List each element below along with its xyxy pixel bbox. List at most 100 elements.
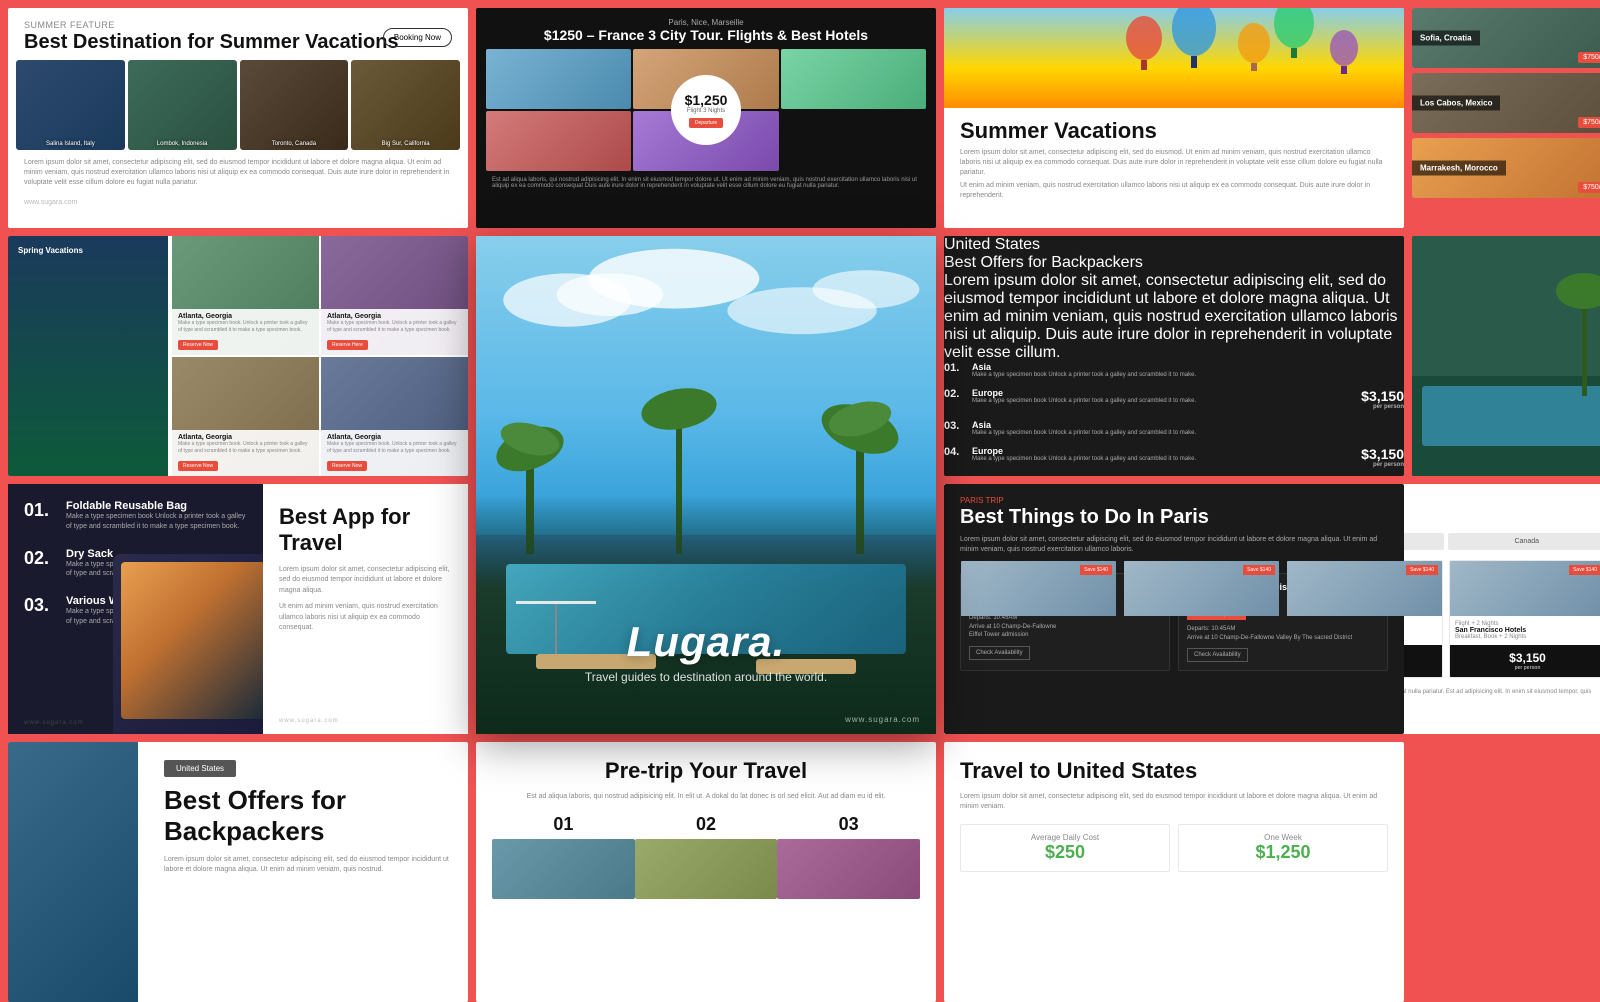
destination-image-4: Big Sur, California xyxy=(351,60,460,150)
city-overlay-2: Atlanta, Georgia Make a type specimen bo… xyxy=(321,309,468,355)
city-overlay-4: Atlanta, Georgia Make a type specimen bo… xyxy=(321,430,468,476)
ticket-departs-2: Departs: 10:45AM xyxy=(1187,625,1379,633)
card-gear-list: 01. Foldable Reusable Bag Make a type sp… xyxy=(8,484,263,734)
destination-label-3: Toronto, Canada xyxy=(240,141,349,147)
destination-label-1: Salina Island, Italy xyxy=(16,141,125,147)
france-footer: Est ad aliqua laboris, qui nostrud adipi… xyxy=(476,171,936,195)
destination-sofia[interactable]: Sofia, Croatia $750/pax xyxy=(1412,8,1600,68)
summer-vacations-text: Summer Vacations Lorem ipsum dolor sit a… xyxy=(944,108,1404,211)
backpackers-bottom-desc: Lorem ipsum dolor sit amet, consectetur … xyxy=(164,855,452,875)
travel-cost-boxes: Average Daily Cost $250 One Week $1,250 xyxy=(960,824,1388,872)
card-pretrip: Pre-trip Your Travel Est ad aliqua labor… xyxy=(476,742,936,1002)
price-per-2: per person xyxy=(1361,404,1404,410)
price-value-4: $3,150 xyxy=(1361,446,1404,462)
destination-image-2: Lombok, Indonesia xyxy=(128,60,237,150)
cost-box-2: One Week $1,250 xyxy=(1178,824,1388,872)
ticket-avail-btn-1[interactable]: Check Availability xyxy=(969,646,1030,660)
cost-value-1: $250 xyxy=(969,842,1161,863)
city-reserve-btn-3[interactable]: Reserve Now xyxy=(178,461,218,471)
city-card-4: Atlanta, Georgia Make a type specimen bo… xyxy=(321,357,468,476)
cost-value-2: $1,250 xyxy=(1187,842,1379,863)
ticket-arrives-1: Arrive at 10 Champ-De-Fallowne xyxy=(969,623,1161,631)
atlanta-cities-grid: Atlanta, Georgia Make a type specimen bo… xyxy=(172,236,468,476)
backpackers-bottom-title: Best Offers for Backpackers xyxy=(164,785,452,847)
city-desc-3: Make a type specimen book. Unlock a prin… xyxy=(178,441,313,454)
destination-image-3: Toronto, Canada xyxy=(240,60,349,150)
sofia-price: $750/pax xyxy=(1578,52,1600,63)
cost-box-1: Average Daily Cost $250 xyxy=(960,824,1170,872)
offer-content-2: Europe Make a type specimen book Unlock … xyxy=(972,388,1196,404)
city-reserve-btn-4[interactable]: Reserve Now xyxy=(327,461,367,471)
city-card-3: Atlanta, Georgia Make a type specimen bo… xyxy=(172,357,319,476)
loscabos-price: $750/pax xyxy=(1578,117,1600,128)
gear-name-1: Foldable Reusable Bag xyxy=(66,500,247,512)
app-url: www.sugara.com xyxy=(279,718,339,724)
card-backpackers-bottom: United States Best Offers for Backpacker… xyxy=(8,742,468,1002)
offer-sub-3: Make a type specimen book Unlock a print… xyxy=(972,430,1196,436)
offer-name-3: Asia xyxy=(972,420,1196,430)
destination-label-2: Lombok, Indonesia xyxy=(128,141,237,147)
gear-content-1: Foldable Reusable Bag Make a type specim… xyxy=(66,500,247,532)
france-photos: $1,250 Flight 3 Nights Departure xyxy=(476,49,936,171)
pkg-save-2: Save $140 xyxy=(1406,565,1438,575)
offer-name-1: Asia xyxy=(972,362,1196,372)
destination-marrakesh[interactable]: Marrakesh, Morocco $750/pax xyxy=(1412,138,1600,198)
city-reserve-btn-1[interactable]: Reserve Now xyxy=(178,340,218,350)
card-backpackers-dark: United States Best Offers for Backpacker… xyxy=(944,236,1404,476)
france-title: $1250 – France 3 City Tour. Flights & Be… xyxy=(492,27,920,43)
booking-now-button[interactable]: Booking Now xyxy=(383,28,452,47)
offer-name-4: Europe xyxy=(972,446,1196,456)
app-title: Best App for Travel xyxy=(279,504,452,557)
destination-images: Salina Island, Italy Lombok, Indonesia T… xyxy=(8,60,468,150)
tablet-screen xyxy=(121,562,263,719)
pkg-img-1: Save $140 xyxy=(1124,561,1279,616)
france-price: $1,250 xyxy=(685,92,728,108)
step-num-3: 03 xyxy=(777,814,920,835)
offer-content-1: Asia Make a type specimen book Unlock a … xyxy=(972,362,1196,378)
offer-content-3: Asia Make a type specimen book Unlock a … xyxy=(972,420,1196,436)
paris-main-title: Best Things to Do In Paris xyxy=(960,505,1388,529)
offer-sub-2: Make a type specimen book Unlock a print… xyxy=(972,398,1196,404)
ticket-included-1: Eiffel Tower admission xyxy=(969,631,1161,639)
offer-content-4: Europe Make a type specimen book Unlock … xyxy=(972,446,1196,462)
step-2: 02 xyxy=(635,814,778,899)
lugara-tagline: Travel guides to destination around the … xyxy=(585,670,827,684)
balloon-illustration xyxy=(944,8,1404,108)
pkg-img-3: Save $140 xyxy=(1450,561,1600,616)
loscabos-label: Los Cabos, Mexico xyxy=(1412,96,1500,111)
pkg-hotel-3: San Francisco Hotels xyxy=(1455,627,1600,634)
france-price-circle: $1,250 Flight 3 Nights Departure xyxy=(671,75,741,145)
vacations-desc: Lorem ipsum dolor sit amet, consectetur … xyxy=(960,148,1388,177)
step-image-3 xyxy=(777,839,920,899)
step-num-1: 01 xyxy=(492,814,635,835)
spring-label: Spring Vacations xyxy=(18,246,83,255)
card-side-image xyxy=(1412,236,1600,476)
cost-label-1: Average Daily Cost xyxy=(969,833,1161,842)
us-badge: United States xyxy=(944,236,1404,254)
destination-image-1: Salina Island, Italy xyxy=(16,60,125,150)
city-name-3: Atlanta, Georgia xyxy=(178,434,313,441)
ticket-avail-btn-2[interactable]: Check Availability xyxy=(1187,648,1248,662)
destination-loscabos[interactable]: Los Cabos, Mexico $750/pax xyxy=(1412,73,1600,133)
ticket-arrives-2: Arrive at 10 Champ-De-Fallowne Valley By… xyxy=(1187,634,1379,642)
summer-url: www.sugara.com xyxy=(8,195,468,210)
destination-label-4: Big Sur, California xyxy=(351,141,460,147)
offer-name-2: Europe xyxy=(972,388,1196,398)
offers-header: Best Offers for Backpackers Lorem ipsum … xyxy=(944,254,1404,362)
france-book-button[interactable]: Departure xyxy=(689,118,723,128)
gear-num-3: 03. xyxy=(24,595,54,616)
card-spring-vacations: Spring Vacations Atlanta, Georgia Make a… xyxy=(8,236,468,476)
cost-label-2: One Week xyxy=(1187,833,1379,842)
ticket-details-2: Departs: 10:45AM Arrive at 10 Champ-De-F… xyxy=(1187,625,1379,642)
lugara-brand-text: Lugara. Travel guides to destination aro… xyxy=(585,618,827,684)
vacation-hero-image xyxy=(944,8,1404,108)
side-scene xyxy=(1412,236,1600,476)
paris-inner: Paris Trip Best Things to Do In Paris Lo… xyxy=(944,484,1404,573)
card-lugara-hero: Lugara. Travel guides to destination aro… xyxy=(476,236,936,734)
pkg-tab-3[interactable]: Canada xyxy=(1448,533,1600,550)
step-num-2: 02 xyxy=(635,814,778,835)
city-desc-4: Make a type specimen book. Unlock a prin… xyxy=(327,441,462,454)
offer-sub-4: Make a type specimen book Unlock a print… xyxy=(972,456,1196,462)
city-reserve-btn-2[interactable]: Reserve Here xyxy=(327,340,368,350)
city-card-1: Atlanta, Georgia Make a type specimen bo… xyxy=(172,236,319,355)
